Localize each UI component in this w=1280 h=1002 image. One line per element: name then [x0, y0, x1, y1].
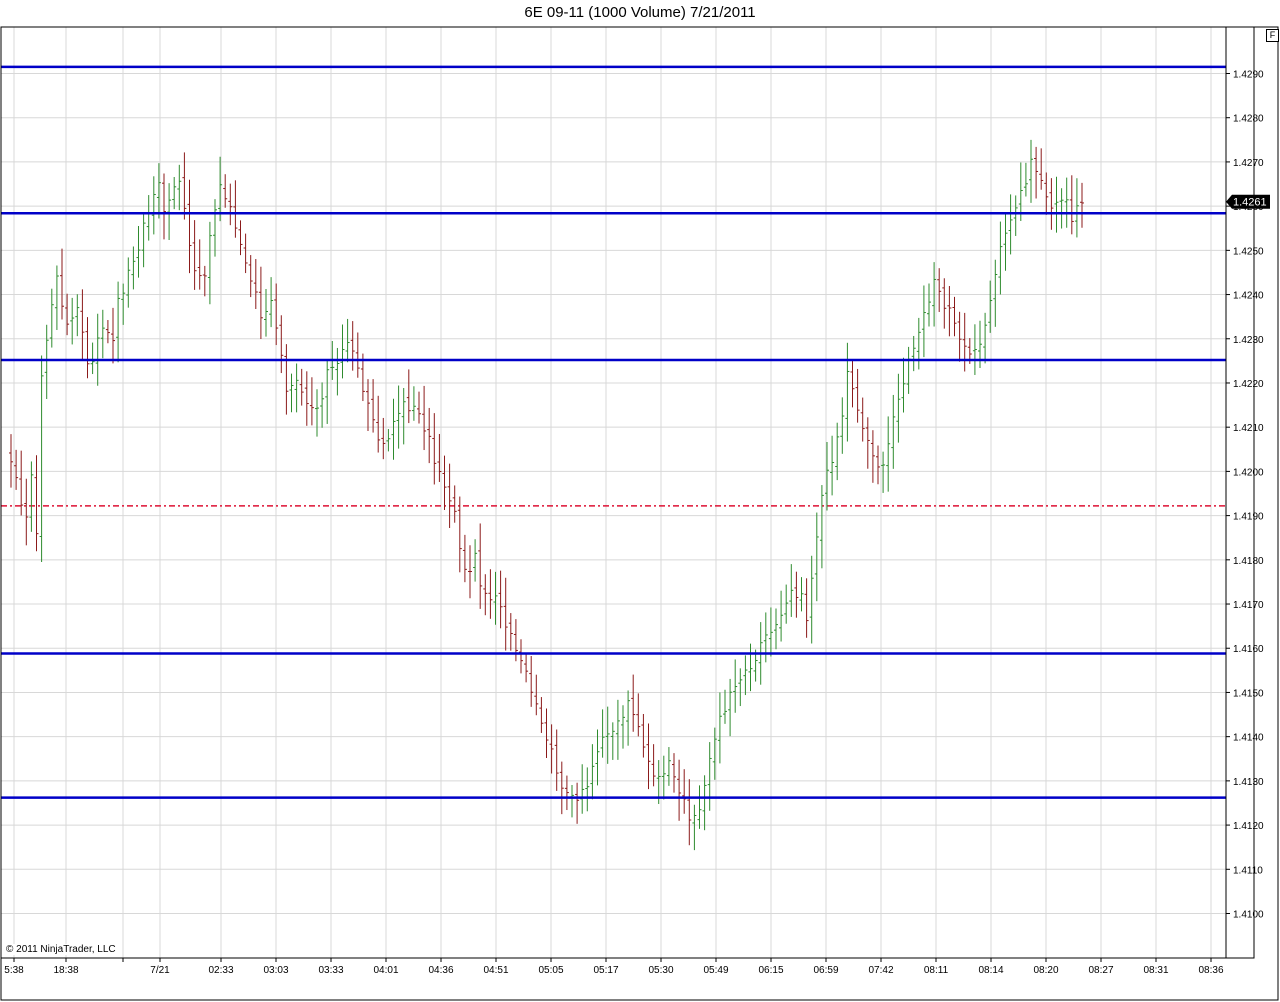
y-axis-label: 1.4270 — [1233, 158, 1264, 169]
x-axis-label: 02:33 — [208, 965, 233, 976]
x-axis-label: 05:30 — [648, 965, 673, 976]
x-axis-label: 08:36 — [1198, 965, 1223, 976]
x-axis-label: 5:38 — [4, 965, 24, 976]
y-axis-label: 1.4140 — [1233, 733, 1264, 744]
copyright-notice: © 2011 NinjaTrader, LLC — [4, 944, 118, 955]
x-axis-label: 06:59 — [813, 965, 838, 976]
x-axis-label: 05:17 — [593, 965, 618, 976]
x-axis-label: 08:31 — [1143, 965, 1168, 976]
x-axis-label: 05:49 — [703, 965, 728, 976]
x-axis-label: 07:42 — [868, 965, 893, 976]
y-axis-label: 1.4170 — [1233, 600, 1264, 611]
x-axis-label: 05:05 — [538, 965, 563, 976]
y-axis-label: 1.4190 — [1233, 512, 1264, 523]
y-axis-label: 1.4230 — [1233, 335, 1264, 346]
y-axis-label: 1.4250 — [1233, 246, 1264, 257]
x-axis-label: 04:01 — [373, 965, 398, 976]
y-axis-label: 1.4220 — [1233, 379, 1264, 390]
x-axis-label: 18:38 — [53, 965, 78, 976]
last-price-tag: 1.4261 — [1226, 194, 1270, 209]
y-axis-label: 1.4180 — [1233, 556, 1264, 567]
x-axis-label: 08:14 — [978, 965, 1003, 976]
last-price-label: 1.4261 — [1233, 197, 1267, 209]
x-axis-label: 04:36 — [428, 965, 453, 976]
y-axis-label: 1.4200 — [1233, 467, 1264, 478]
y-axis-label: 1.4280 — [1233, 114, 1264, 125]
float-toggle-button[interactable]: F — [1266, 29, 1279, 42]
x-axis-label: 03:33 — [318, 965, 343, 976]
x-axis-label: 04:51 — [483, 965, 508, 976]
y-axis-label: 1.4150 — [1233, 688, 1264, 699]
x-axis-label: 7/21 — [150, 965, 170, 976]
y-axis-label: 1.4120 — [1233, 821, 1264, 832]
x-axis-label: 08:27 — [1088, 965, 1113, 976]
y-axis-label: 1.4100 — [1233, 910, 1264, 921]
time-axis[interactable]: 5:38 18:38 7/21 02:33 03:03 03:33 04:01 04:36 04… — [4, 958, 1224, 976]
x-axis-label: 03:03 — [263, 965, 288, 976]
y-axis-label: 1.4240 — [1233, 291, 1264, 302]
x-axis-label: 06:15 — [758, 965, 783, 976]
y-axis-label: 1.4110 — [1233, 865, 1263, 876]
y-axis-label: 1.4130 — [1233, 777, 1264, 788]
x-axis-label: 08:20 — [1033, 965, 1058, 976]
y-axis-label: 1.4160 — [1233, 644, 1264, 655]
plot-frame — [0, 26, 1255, 959]
x-axis-label: 08:11 — [924, 965, 949, 976]
y-axis-label: 1.4210 — [1233, 423, 1264, 434]
y-axis-label: 1.4290 — [1233, 70, 1264, 81]
price-chart[interactable]: 1.4100 1.4110 1.4120 1.4130 1.4140 1.4150 1.41… — [0, 0, 1280, 1002]
